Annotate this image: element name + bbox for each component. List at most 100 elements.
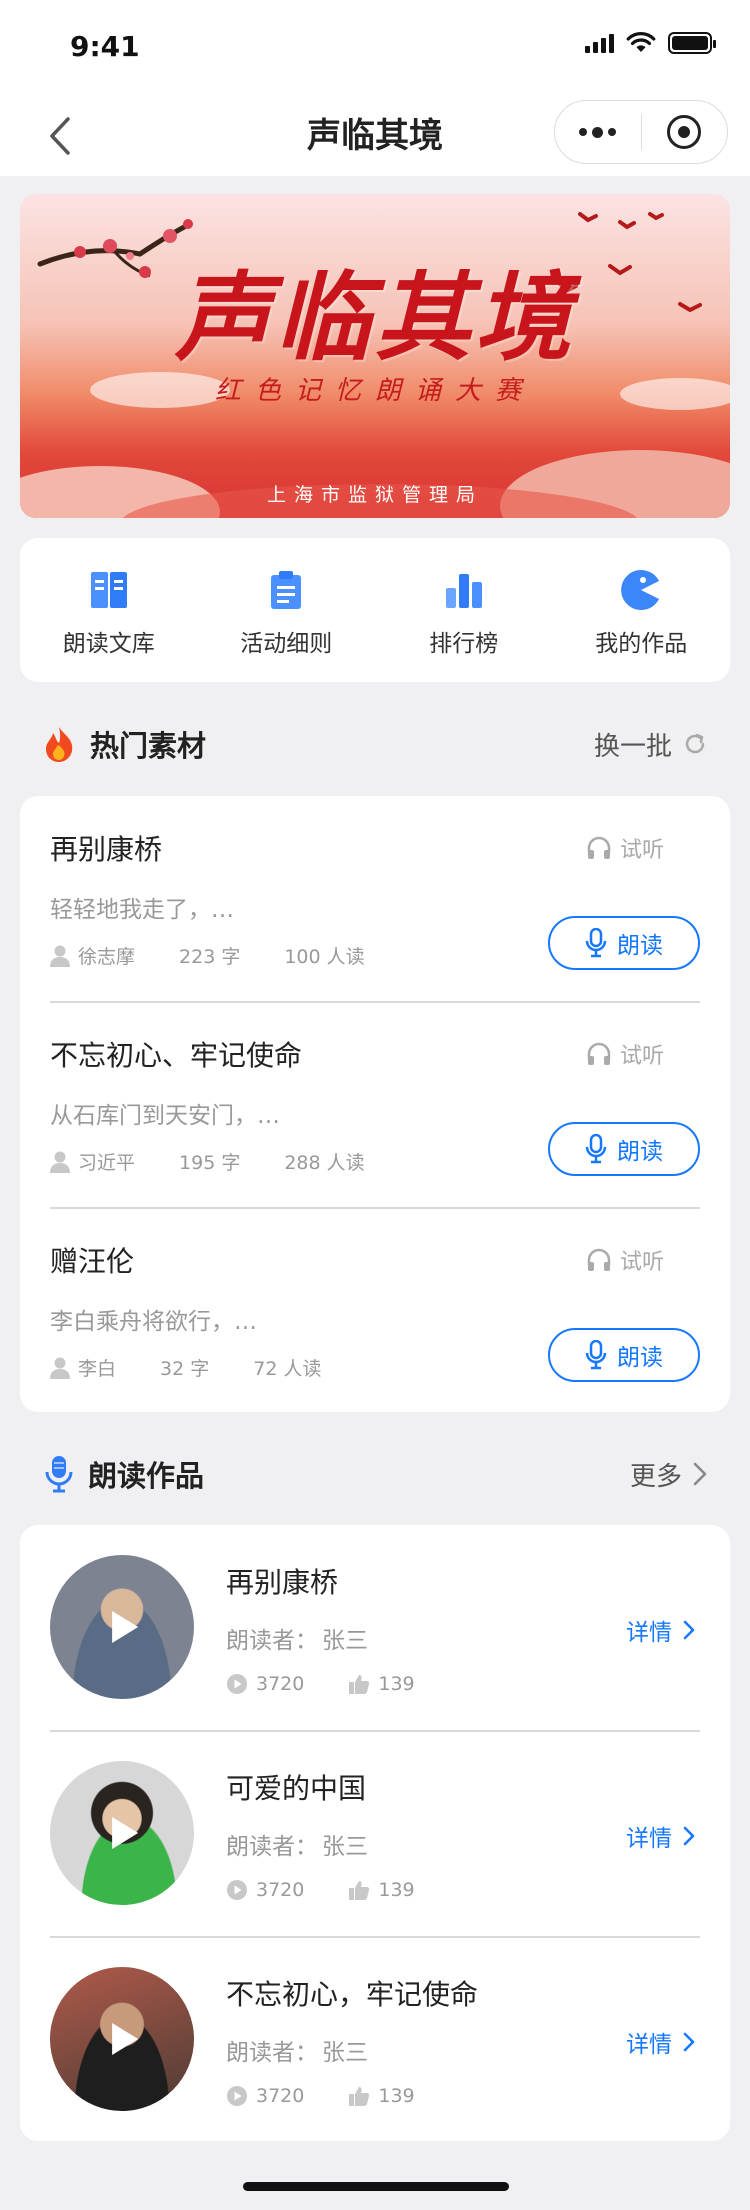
- works-list: 再别康桥 朗读者： 张三 3720 139 详情 可爱的中国 朗读者： 张三 3…: [20, 1525, 730, 2141]
- more-dots-icon: [579, 126, 617, 138]
- close-miniprogram-button[interactable]: [642, 101, 728, 163]
- read-label: 朗读: [617, 933, 663, 959]
- author: 习近平: [78, 1152, 136, 1174]
- play-icon: [112, 2023, 139, 2055]
- detail-label: 详情: [626, 1826, 672, 1852]
- material-title: 不忘初心、牢记使命: [50, 1039, 303, 1072]
- list-item[interactable]: 赠汪伦 试听 李白乘舟将欲行，… 李白 32 字 72 人读 朗读: [50, 1208, 700, 1414]
- refresh-label: 换一批: [593, 731, 672, 762]
- microphone-icon: [585, 1340, 607, 1370]
- refresh-icon: [685, 733, 705, 754]
- works-header: 朗读作品 更多: [20, 1444, 730, 1504]
- work-reader: 朗读者： 张三: [226, 2040, 368, 2066]
- like-count: 139: [378, 2085, 415, 2107]
- author: 徐志摩: [78, 946, 136, 968]
- hero-banner[interactable]: 声临其境 红色记忆朗诵大赛 上海市监狱管理局: [20, 194, 730, 518]
- avatar[interactable]: [50, 1967, 194, 2111]
- avatar[interactable]: [50, 1761, 194, 1905]
- battery-icon: [668, 32, 716, 54]
- microphone-icon: [45, 1456, 73, 1493]
- user-icon: [50, 945, 70, 967]
- chevron-right-icon: [683, 1826, 695, 1846]
- work-title: 可爱的中国: [226, 1772, 367, 1805]
- play-count: 3720: [256, 1879, 305, 1901]
- chevron-right-icon: [693, 1462, 707, 1486]
- char-count: 195 字: [179, 1152, 241, 1174]
- read-aloud-button[interactable]: 朗读: [548, 916, 700, 970]
- user-icon: [50, 1357, 70, 1379]
- read-aloud-button[interactable]: 朗读: [548, 1328, 700, 1382]
- listen-button[interactable]: 试听: [586, 1244, 664, 1276]
- char-count: 223 字: [179, 946, 241, 968]
- bar-chart-icon: [445, 574, 482, 608]
- headphones-icon: [587, 1248, 611, 1271]
- detail-label: 详情: [626, 1620, 672, 1646]
- miniprogram-capsule: [554, 100, 728, 164]
- app-root: 9:41 声临其境 声临其境 红色记忆朗诵大赛 上海市监狱管理局 朗读文库 活动…: [0, 0, 750, 2210]
- work-reader: 朗读者： 张三: [226, 1628, 368, 1654]
- refresh-batch-button[interactable]: 换一批: [594, 726, 708, 763]
- wifi-icon: [626, 32, 656, 52]
- detail-link[interactable]: 详情: [626, 1613, 696, 1647]
- reader-count: 72 人读: [253, 1358, 322, 1380]
- reader-count: 100 人读: [284, 946, 365, 968]
- menu-leaderboard[interactable]: 排行榜: [375, 538, 553, 682]
- list-item[interactable]: 不忘初心、牢记使命 试听 从石库门到天安门，… 习近平 195 字 288 人读…: [50, 1002, 700, 1208]
- more-label: 更多: [629, 1461, 682, 1492]
- banner-subtitle: 红色记忆朗诵大赛: [214, 376, 535, 406]
- material-title: 再别康桥: [50, 833, 163, 866]
- target-icon: [667, 115, 702, 149]
- headphones-icon: [587, 1042, 611, 1065]
- detail-label: 详情: [626, 2032, 672, 2058]
- material-preview: 李白乘舟将欲行，…: [50, 1309, 257, 1335]
- list-item[interactable]: 不忘初心，牢记使命 朗读者： 张三 3720 139 详情: [50, 1937, 700, 2143]
- nav-bar: 声临其境: [0, 96, 750, 176]
- play-count: 3720: [256, 2085, 305, 2107]
- status-time: 9:41: [70, 30, 140, 63]
- list-item[interactable]: 再别康桥 试听 轻轻地我走了，… 徐志摩 223 字 100 人读 朗读: [50, 796, 700, 1002]
- avatar[interactable]: [50, 1555, 194, 1699]
- home-indicator[interactable]: [243, 2182, 509, 2191]
- read-label: 朗读: [617, 1345, 663, 1371]
- more-menu-button[interactable]: [555, 101, 641, 163]
- read-label: 朗读: [617, 1139, 663, 1165]
- menu-label: 我的作品: [595, 631, 688, 657]
- material-preview: 从石库门到天安门，…: [50, 1103, 280, 1129]
- hot-materials-list: 再别康桥 试听 轻轻地我走了，… 徐志摩 223 字 100 人读 朗读 不忘初: [20, 796, 730, 1412]
- detail-link[interactable]: 详情: [626, 2025, 696, 2059]
- menu-reading-library[interactable]: 朗读文库: [20, 538, 198, 682]
- detail-link[interactable]: 详情: [626, 1819, 696, 1853]
- clipboard-icon: [271, 571, 302, 609]
- work-stats: 3720 139: [226, 1673, 415, 1695]
- material-title: 赠汪伦: [50, 1245, 135, 1278]
- list-item[interactable]: 可爱的中国 朗读者： 张三 3720 139 详情: [50, 1731, 700, 1937]
- listen-button[interactable]: 试听: [586, 1038, 664, 1070]
- list-item[interactable]: 再别康桥 朗读者： 张三 3720 139 详情: [50, 1525, 700, 1731]
- char-count: 32 字: [160, 1358, 210, 1380]
- listen-label: 试听: [619, 1044, 664, 1069]
- menu-label: 活动细则: [240, 631, 333, 657]
- listen-label: 试听: [619, 838, 664, 863]
- quick-menu: 朗读文库 活动细则 排行榜 我的作品: [20, 538, 730, 682]
- more-works-link[interactable]: 更多: [630, 1456, 708, 1493]
- user-icon: [50, 1151, 70, 1173]
- read-aloud-button[interactable]: 朗读: [548, 1122, 700, 1176]
- pie-icon: [621, 570, 660, 610]
- work-title: 再别康桥: [226, 1566, 339, 1599]
- play-icon: [112, 1817, 139, 1849]
- microphone-icon: [585, 1134, 607, 1164]
- thumbs-up-icon: [349, 1675, 370, 1694]
- menu-activity-rules[interactable]: 活动细则: [198, 538, 376, 682]
- author: 李白: [78, 1358, 117, 1380]
- material-meta: 徐志摩 223 字 100 人读: [50, 942, 365, 969]
- listen-button[interactable]: 试听: [586, 832, 664, 864]
- menu-my-works[interactable]: 我的作品: [553, 538, 731, 682]
- hot-materials-header: 热门素材 换一批: [20, 714, 730, 774]
- menu-label: 排行榜: [429, 631, 499, 657]
- material-preview: 轻轻地我走了，…: [50, 897, 234, 923]
- like-count: 139: [378, 1879, 415, 1901]
- fire-icon: [46, 727, 73, 762]
- play-count-icon: [227, 2086, 247, 2106]
- play-count: 3720: [256, 1673, 305, 1695]
- material-meta: 习近平 195 字 288 人读: [50, 1148, 365, 1175]
